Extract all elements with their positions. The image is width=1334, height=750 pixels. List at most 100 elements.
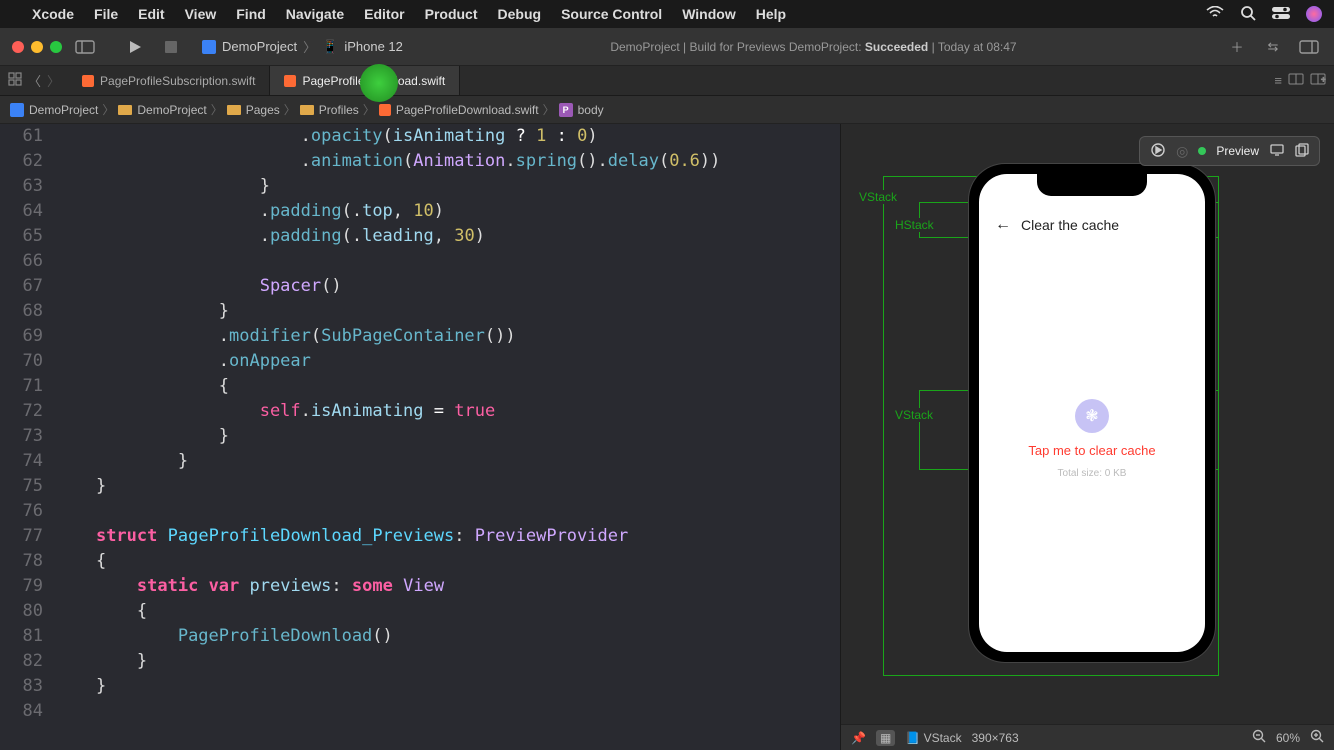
code-line[interactable]: 72 self.isAnimating = true — [0, 399, 840, 424]
phone-screen[interactable]: ← Clear the cache ❃ Tap me to clear cach… — [979, 174, 1205, 652]
pin-icon[interactable]: 📌 — [851, 731, 866, 745]
app-name[interactable]: Xcode — [32, 6, 74, 22]
code-line[interactable]: 83 } — [0, 674, 840, 699]
code-line[interactable]: 70 .onAppear — [0, 349, 840, 374]
add-tab-button[interactable]: ＋ — [1224, 36, 1250, 58]
control-center-icon[interactable] — [1272, 6, 1290, 22]
code-content[interactable]: PageProfileDownload() — [55, 624, 840, 649]
code-content[interactable]: struct PageProfileDownload_Previews: Pre… — [55, 524, 840, 549]
device-settings-icon[interactable] — [1269, 143, 1285, 159]
menu-view[interactable]: View — [185, 6, 217, 22]
code-line[interactable]: 84 — [0, 699, 840, 724]
menu-navigate[interactable]: Navigate — [286, 6, 344, 22]
code-line[interactable]: 78 { — [0, 549, 840, 574]
layout-mode-icon[interactable]: ▦ — [876, 730, 895, 746]
code-content[interactable]: { — [55, 549, 840, 574]
code-line[interactable]: 75 } — [0, 474, 840, 499]
tab-subscription[interactable]: PageProfileSubscription.swift — [68, 66, 270, 95]
zoom-level[interactable]: 60% — [1276, 731, 1300, 745]
menu-help[interactable]: Help — [756, 6, 786, 22]
code-line[interactable]: 73 } — [0, 424, 840, 449]
jump-bar[interactable]: DemoProject〉 DemoProject〉 Pages〉 Profile… — [0, 96, 1334, 124]
code-content[interactable]: Spacer() — [55, 274, 840, 299]
code-line[interactable]: 82 } — [0, 649, 840, 674]
code-content[interactable]: static var previews: some View — [55, 574, 840, 599]
code-line[interactable]: 79 static var previews: some View — [0, 574, 840, 599]
maximize-window-button[interactable] — [50, 41, 62, 53]
code-editor[interactable]: 61 .opacity(isAnimating ? 1 : 0)62 .anim… — [0, 124, 840, 750]
inspect-preview-icon[interactable]: ◎ — [1176, 143, 1188, 160]
menu-debug[interactable]: Debug — [498, 6, 542, 22]
overlay-label-vstack: VStack — [857, 190, 899, 204]
menu-source-control[interactable]: Source Control — [561, 6, 662, 22]
close-window-button[interactable] — [12, 41, 24, 53]
code-content[interactable]: } — [55, 674, 840, 699]
code-content[interactable]: .opacity(isAnimating ? 1 : 0) — [55, 124, 840, 149]
code-content[interactable]: } — [55, 649, 840, 674]
zoom-in-button[interactable] — [1310, 729, 1324, 746]
spotlight-icon[interactable] — [1240, 5, 1256, 24]
code-content[interactable]: { — [55, 374, 840, 399]
code-content[interactable]: { — [55, 599, 840, 624]
related-items-icon[interactable] — [8, 72, 22, 89]
code-line[interactable]: 64 .padding(.top, 10) — [0, 199, 840, 224]
forward-button[interactable]: 〉 — [47, 71, 60, 90]
tab-download[interactable]: PageProfileDownload.swift — [270, 66, 460, 95]
wifi-icon[interactable] — [1206, 6, 1224, 22]
code-content[interactable]: } — [55, 299, 840, 324]
menu-editor[interactable]: Editor — [364, 6, 404, 22]
code-line[interactable]: 71 { — [0, 374, 840, 399]
editor-options-icon[interactable]: ≡ — [1274, 73, 1282, 88]
project-icon — [10, 103, 24, 117]
code-content[interactable]: .onAppear — [55, 349, 840, 374]
zoom-out-button[interactable] — [1252, 729, 1266, 746]
toggle-inspector-button[interactable] — [1296, 36, 1322, 58]
phone-header[interactable]: ← Clear the cache — [995, 216, 1119, 234]
code-line[interactable]: 80 { — [0, 599, 840, 624]
code-content[interactable] — [55, 699, 840, 724]
code-content[interactable]: .padding(.top, 10) — [55, 199, 840, 224]
code-line[interactable]: 65 .padding(.leading, 30) — [0, 224, 840, 249]
live-preview-icon[interactable] — [1150, 142, 1166, 161]
menu-find[interactable]: Find — [236, 6, 266, 22]
back-button[interactable]: 〈 — [28, 71, 41, 90]
code-line[interactable]: 62 .animation(Animation.spring().delay(0… — [0, 149, 840, 174]
code-content[interactable]: } — [55, 424, 840, 449]
duplicate-preview-icon[interactable] — [1295, 143, 1309, 160]
code-line[interactable]: 61 .opacity(isAnimating ? 1 : 0) — [0, 124, 840, 149]
menu-file[interactable]: File — [94, 6, 118, 22]
run-button[interactable] — [122, 36, 148, 58]
menu-product[interactable]: Product — [425, 6, 478, 22]
code-line[interactable]: 68 } — [0, 299, 840, 324]
code-content[interactable] — [55, 499, 840, 524]
code-line[interactable]: 66 — [0, 249, 840, 274]
siri-icon[interactable] — [1306, 6, 1322, 22]
code-content[interactable]: .padding(.leading, 30) — [55, 224, 840, 249]
code-line[interactable]: 74 } — [0, 449, 840, 474]
code-line[interactable]: 76 — [0, 499, 840, 524]
code-line[interactable]: 81 PageProfileDownload() — [0, 624, 840, 649]
code-review-button[interactable]: ⇆ — [1260, 36, 1286, 58]
code-line[interactable]: 67 Spacer() — [0, 274, 840, 299]
minimize-window-button[interactable] — [31, 41, 43, 53]
stop-button[interactable] — [158, 36, 184, 58]
menu-edit[interactable]: Edit — [138, 6, 164, 22]
code-content[interactable]: .animation(Animation.spring().delay(0.6)… — [55, 149, 840, 174]
back-arrow-icon[interactable]: ← — [995, 216, 1011, 234]
cache-icon[interactable]: ❃ — [1075, 399, 1109, 433]
add-editor-icon[interactable]: + — [1310, 73, 1326, 88]
code-content[interactable]: } — [55, 474, 840, 499]
scheme-selector[interactable]: DemoProject 〉 📱 iPhone 12 — [202, 37, 403, 56]
code-content[interactable] — [55, 249, 840, 274]
code-content[interactable]: } — [55, 449, 840, 474]
menu-window[interactable]: Window — [682, 6, 736, 22]
code-content[interactable]: .modifier(SubPageContainer()) — [55, 324, 840, 349]
code-content[interactable]: self.isAnimating = true — [55, 399, 840, 424]
tap-label[interactable]: Tap me to clear cache — [979, 443, 1205, 458]
code-line[interactable]: 69 .modifier(SubPageContainer()) — [0, 324, 840, 349]
code-content[interactable]: } — [55, 174, 840, 199]
adjust-editor-icon[interactable] — [1288, 73, 1304, 88]
code-line[interactable]: 77 struct PageProfileDownload_Previews: … — [0, 524, 840, 549]
toggle-navigator-button[interactable] — [72, 36, 98, 58]
code-line[interactable]: 63 } — [0, 174, 840, 199]
